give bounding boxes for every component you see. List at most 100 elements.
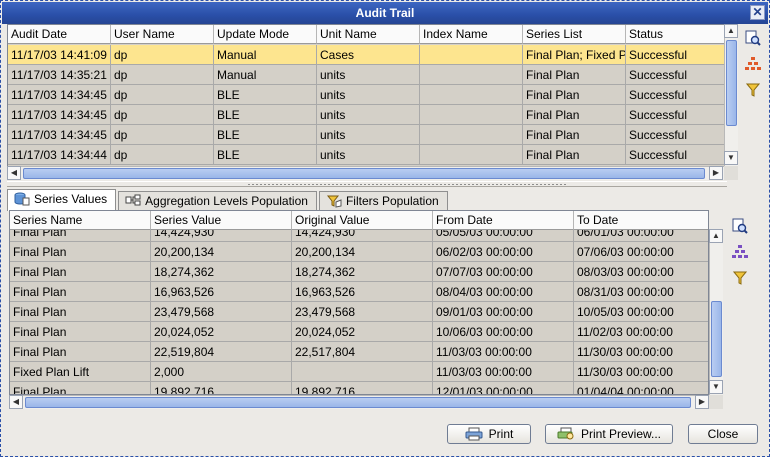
scroll-down-icon[interactable]: ▼ — [709, 380, 723, 394]
table-cell: 18,274,362 — [292, 262, 433, 282]
scroll-left-icon[interactable]: ◀ — [9, 395, 23, 409]
table-row[interactable]: 11/17/03 14:34:45 dp BLE units Final Plan Suc… — [8, 105, 724, 125]
scroll-right-icon[interactable]: ▶ — [709, 166, 723, 180]
window-title: Audit Trail — [355, 6, 415, 20]
column-header[interactable]: Unit Name — [317, 25, 420, 44]
scroll-thumb[interactable] — [726, 40, 737, 126]
audit-vertical-scrollbar[interactable]: ▲ ▼ — [724, 24, 738, 166]
table-cell: BLE — [214, 85, 317, 105]
scroll-up-icon[interactable]: ▲ — [709, 229, 723, 243]
table-cell: Manual — [214, 45, 317, 65]
filter-icon[interactable] — [743, 80, 763, 100]
scroll-down-icon[interactable]: ▼ — [724, 151, 738, 165]
series-values-table: Series Name Series Value Original Value Fro… — [9, 210, 709, 395]
scroll-thumb[interactable] — [25, 397, 691, 408]
table-cell: 05/05/03 00:00:00 — [433, 230, 574, 242]
scroll-left-icon[interactable]: ◀ — [7, 166, 21, 180]
table-cell: dp — [111, 105, 214, 125]
tab-aggregation-levels-population[interactable]: Aggregation Levels Population — [118, 191, 317, 211]
tab-label: Filters Population — [345, 194, 439, 208]
tab-strip: Series Values Aggregation Levels Populati… — [7, 189, 450, 211]
table-cell: Final Plan — [10, 382, 151, 394]
table-row[interactable]: Final Plan 20,200,134 20,200,134 06/02/03 0… — [10, 242, 708, 262]
hierarchy-icon[interactable] — [730, 242, 750, 262]
column-header[interactable]: Audit Date — [8, 25, 111, 44]
series-table-body: Final Plan 14,424,930 14,424,930 05/05/03 0… — [10, 230, 708, 394]
series-horizontal-scrollbar[interactable]: ◀ ▶ — [9, 395, 709, 409]
tab-filters-population[interactable]: Filters Population — [318, 191, 448, 211]
table-cell: dp — [111, 85, 214, 105]
series-table-viewport: Final Plan 14,424,930 14,424,930 05/05/03 0… — [10, 230, 708, 394]
scroll-right-icon[interactable]: ▶ — [695, 395, 709, 409]
close-button[interactable]: Close — [688, 424, 758, 444]
table-cell: Final Plan — [10, 302, 151, 322]
table-cell: 10/05/03 00:00:00 — [574, 302, 708, 322]
table-cell: 11/17/03 14:34:44 — [8, 145, 111, 165]
audit-table: Audit Date User Name Update Mode Unit Name I… — [7, 24, 725, 180]
printer-icon — [465, 427, 483, 441]
table-row[interactable]: Final Plan 22,519,804 22,517,804 11/03/03 0… — [10, 342, 708, 362]
column-header[interactable]: Series Name — [10, 211, 151, 230]
table-cell: 11/02/03 00:00:00 — [574, 322, 708, 342]
column-header[interactable]: User Name — [111, 25, 214, 44]
print-preview-button[interactable]: Print Preview... — [545, 424, 673, 444]
tab-series-values[interactable]: Series Values — [7, 189, 117, 211]
table-cell: Fixed Plan Lift — [10, 362, 151, 382]
tab-label: Series Values — [34, 192, 108, 206]
table-cell: BLE — [214, 125, 317, 145]
table-row[interactable]: Fixed Plan Lift 2,000 11/03/03 00:00:00 11/… — [10, 362, 708, 382]
scroll-up-icon[interactable]: ▲ — [724, 24, 738, 38]
audit-table-body: 11/17/03 14:41:09 dp Manual Cases Final Plan… — [8, 45, 724, 165]
splitter-grip — [247, 183, 567, 186]
table-row[interactable]: 11/17/03 14:34:44 dp BLE units Final Plan Suc… — [8, 145, 724, 165]
column-header[interactable]: To Date — [574, 211, 708, 230]
table-cell — [292, 362, 433, 382]
panel-splitter[interactable] — [7, 181, 727, 187]
table-cell: Successful — [626, 145, 724, 165]
series-vertical-scrollbar[interactable]: ▲ ▼ — [709, 229, 723, 395]
column-header[interactable]: Series Value — [151, 211, 292, 230]
column-header[interactable]: Original Value — [292, 211, 433, 230]
table-cell — [420, 45, 523, 65]
table-cell: Successful — [626, 45, 724, 65]
table-row[interactable]: Final Plan 23,479,568 23,479,568 09/01/03 0… — [10, 302, 708, 322]
table-cell: 11/30/03 00:00:00 — [574, 342, 708, 362]
window-close-icon[interactable]: ✕ — [750, 5, 765, 20]
table-cell: Successful — [626, 85, 724, 105]
table-cell: Successful — [626, 65, 724, 85]
column-header[interactable]: Series List — [523, 25, 626, 44]
column-header[interactable]: Update Mode — [214, 25, 317, 44]
audit-trail-window: Audit Trail ✕ Audit Date User Name Update … — [0, 0, 770, 457]
hierarchy-icon[interactable] — [743, 54, 763, 74]
table-cell — [420, 85, 523, 105]
table-cell: 23,479,568 — [151, 302, 292, 322]
title-bar[interactable]: Audit Trail ✕ — [2, 2, 768, 24]
table-row[interactable]: 11/17/03 14:41:09 dp Manual Cases Final Plan… — [8, 45, 724, 65]
table-cell: 2,000 — [151, 362, 292, 382]
column-header[interactable]: Index Name — [420, 25, 523, 44]
scroll-thumb[interactable] — [23, 168, 705, 179]
table-cell: Final Plan — [10, 262, 151, 282]
table-row[interactable]: 11/17/03 14:35:21 dp Manual units Final Plan… — [8, 65, 724, 85]
scroll-corner — [709, 395, 723, 409]
table-row[interactable]: 11/17/03 14:34:45 dp BLE units Final Plan Suc… — [8, 125, 724, 145]
audit-horizontal-scrollbar[interactable]: ◀ ▶ — [7, 166, 725, 180]
column-header[interactable]: Status — [626, 25, 724, 44]
table-row[interactable]: Final Plan 18,274,362 18,274,362 07/07/03 0… — [10, 262, 708, 282]
table-row[interactable]: Final Plan 19,892,716 19,892,716 12/01/03 0… — [10, 382, 708, 394]
tab-label: Aggregation Levels Population — [145, 194, 308, 208]
table-row[interactable]: 11/17/03 14:34:45 dp BLE units Final Plan Suc… — [8, 85, 724, 105]
column-header[interactable]: From Date — [433, 211, 574, 230]
table-cell: dp — [111, 125, 214, 145]
table-row[interactable]: Final Plan 20,024,052 20,024,052 10/06/03 0… — [10, 322, 708, 342]
find-icon[interactable] — [730, 216, 750, 236]
table-row[interactable]: Final Plan 16,963,526 16,963,526 08/04/03 0… — [10, 282, 708, 302]
table-cell: Final Plan; Fixed P — [523, 45, 626, 65]
filter-icon[interactable] — [730, 268, 750, 288]
print-button-label: Print — [488, 427, 514, 441]
scroll-thumb[interactable] — [711, 301, 722, 377]
print-button[interactable]: Print — [447, 424, 531, 444]
table-cell: 19,892,716 — [292, 382, 433, 394]
find-icon[interactable] — [743, 28, 763, 48]
table-row[interactable]: Final Plan 14,424,930 14,424,930 05/05/03 0… — [10, 230, 708, 242]
